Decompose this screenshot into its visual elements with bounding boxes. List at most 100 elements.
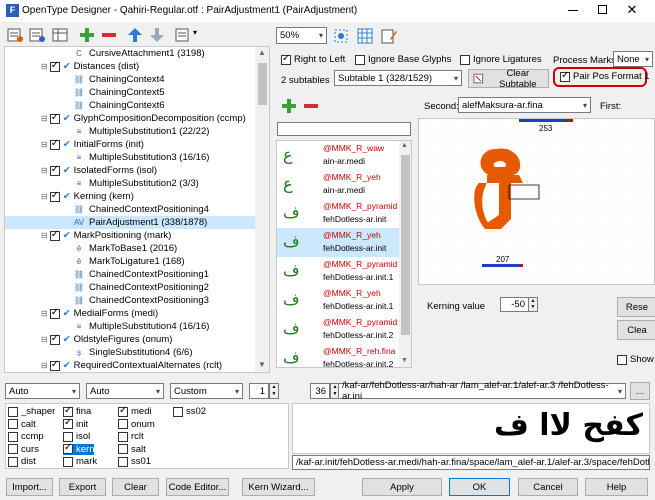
rtl-option[interactable]: Right to Left [281,53,345,65]
script-select[interactable]: Auto [5,383,80,399]
feature-option[interactable]: _shaper [8,406,55,417]
feature-option[interactable]: fina [63,405,91,417]
process-marks-select[interactable]: None [613,51,653,67]
help-button[interactable]: Help [585,478,648,496]
glyph-pair-row[interactable]: ف @MMK_R_reh.fina fehDotless-ar.init.2 [277,344,399,367]
kerning-value-input[interactable]: -50 [500,297,529,312]
collapse-icon[interactable]: ⊟ [41,309,48,318]
minimize-icon[interactable] [566,3,580,17]
collapse-icon[interactable]: ⊟ [41,166,48,175]
tree-feature-item[interactable]: ⊟ ✔RequiredContextualAlternates (rclt) [5,359,255,372]
feature-option[interactable]: kern [63,442,95,455]
clear-button[interactable]: Clear [112,478,159,496]
feature-option[interactable]: salt [118,444,146,455]
tree-lookup-item[interactable]: ё MarkToBase1 (2016) [5,242,255,255]
remove-icon[interactable] [100,26,118,44]
collapse-icon[interactable]: ⊟ [41,114,48,123]
tree-lookup-item[interactable]: ≡ MultipleSubstitution1 (22/22) [5,125,255,138]
feature-option-checkbox[interactable] [118,444,128,454]
reset-button[interactable]: Rese [617,297,655,317]
tree-lookup-item[interactable]: ⛓ ChainedContextPositioning4 [5,203,255,216]
tree-lookup-item[interactable]: ⛓ ChainingContext5 [5,86,255,99]
tree-feature-item[interactable]: ⊟ ✔OldstyleFigures (onum) [5,333,255,346]
count-input[interactable]: 1 [249,383,269,399]
feature-option[interactable]: calt [8,419,36,430]
feature-option[interactable]: init [63,417,88,430]
feature-option-checkbox[interactable] [118,456,128,467]
clear-kern-button[interactable]: Clea [617,320,655,340]
feature-option-checkbox[interactable] [118,405,128,417]
grid-icon[interactable] [356,27,374,45]
feature-checkbox[interactable] [49,190,60,202]
feature-list-icon[interactable] [6,26,24,44]
feature-option-checkbox[interactable] [8,456,18,467]
rtl-checkbox[interactable] [281,53,291,65]
tree-lookup-item[interactable]: ≡ MultipleSubstitution2 (3/3) [5,177,255,190]
glyph-pair-row[interactable]: ف @MMK_R_yeh fehDotless-ar.init [277,228,399,257]
zoom-select[interactable]: 50% [276,27,327,44]
feature-option-checkbox[interactable] [63,417,73,429]
move-down-icon[interactable] [148,26,166,44]
feature-option-checkbox[interactable] [118,419,128,429]
glyph-preview-canvas[interactable]: 253 207 [418,118,655,285]
edit-icon[interactable] [380,27,398,45]
feature-option[interactable]: onum [118,419,155,430]
feature-option-checkbox[interactable] [63,431,73,442]
size-input[interactable]: 36 [310,383,330,399]
glyph-pair-row[interactable]: ع @MMK_R_waw ain-ar.medi [277,141,399,170]
table-icon[interactable] [51,26,69,44]
tree-lookup-item[interactable]: ⛓ ChainedContextPositioning3 [5,294,255,307]
kern-wizard-button[interactable]: Kern Wizard... [242,478,315,496]
feature-option-checkbox[interactable] [63,456,73,467]
count-stepper[interactable]: ▲ ▼ [269,383,279,399]
glyph-scroll-thumb[interactable] [401,155,410,335]
move-up-icon[interactable] [126,26,144,44]
tree-lookup-item[interactable]: ⛓ ChainedContextPositioning1 [5,268,255,281]
collapse-icon[interactable]: ⊟ [41,361,48,370]
tree-lookup-item[interactable]: AV PairAdjustment1 (338/1878) [5,216,255,229]
feature-checkbox[interactable] [49,333,60,345]
glyph-scroll-down-icon[interactable]: ▼ [401,357,408,364]
feature-option-checkbox[interactable] [118,431,128,442]
language-select[interactable]: Auto [86,383,164,399]
cancel-button[interactable]: Cancel [518,478,578,496]
scroll-thumb[interactable] [258,63,267,105]
add-icon[interactable] [78,26,96,44]
glyph-list[interactable]: ع @MMK_R_waw ain-ar.medi ع @MMK_R_yeh ain-ar.… [276,140,412,368]
collapse-icon[interactable]: ⊟ [41,335,48,344]
tree-feature-item[interactable]: ⊟ ✔IsolatedForms (isol) [5,164,255,177]
collapse-icon[interactable]: ⊟ [41,62,48,71]
text-input-select[interactable]: /kaf-ar/fehDotless-ar/hah-ar /lam_alef-a… [338,380,626,402]
pair-pos-format-option[interactable]: Pair Pos Format 1 [560,70,650,82]
feature-checkbox[interactable] [49,307,60,319]
tree-feature-item[interactable]: ⊟ ✔MedialForms (medi) [5,307,255,320]
chevron-down-icon[interactable]: ▾ [193,28,197,37]
tree-scrollbar[interactable]: ▲ ▼ [255,47,269,372]
mode-select[interactable]: Custom [170,383,243,399]
tree-feature-item[interactable]: ⊟ ✔MarkPositioning (mark) [5,229,255,242]
show-checkbox[interactable] [617,354,627,365]
feature-option-checkbox[interactable] [8,406,18,417]
feature-option-checkbox[interactable] [63,442,73,454]
glyph-filter-input[interactable] [277,122,411,136]
feature-checkbox[interactable] [49,60,60,72]
feature-option-checkbox[interactable] [8,431,18,442]
feature-checkbox[interactable] [49,359,60,371]
tree-feature-item[interactable]: ⊟ ✔Distances (dist) [5,60,255,73]
glyph-pair-row[interactable]: ف @MMK_R_pyramid fehDotless-ar.init.1 [277,257,399,286]
second-select[interactable]: alefMaksura-ar.fina [458,97,591,113]
feature-option-checkbox[interactable] [8,444,18,454]
tree-lookup-item[interactable]: ş SingleSubstitution4 (6/6) [5,346,255,359]
feature-checkbox[interactable] [49,138,60,150]
remove-pair-icon[interactable] [302,97,320,115]
collapse-icon[interactable]: ⊟ [41,231,48,240]
scroll-down-icon[interactable]: ▼ [258,360,266,369]
code-editor-button[interactable]: Code Editor... [166,478,229,496]
feature-option-checkbox[interactable] [173,406,183,417]
tree-feature-item[interactable]: ⊟ ✔Kerning (kern) [5,190,255,203]
add-pair-icon[interactable] [280,97,298,115]
glyph-list-scrollbar[interactable]: ▲ ▼ [399,141,411,367]
feature-option[interactable]: ss02 [173,406,206,417]
tree-feature-item[interactable]: ⊟ ✔GlyphCompositionDecomposition (ccmp) [5,112,255,125]
show-option[interactable]: Show [617,354,654,365]
